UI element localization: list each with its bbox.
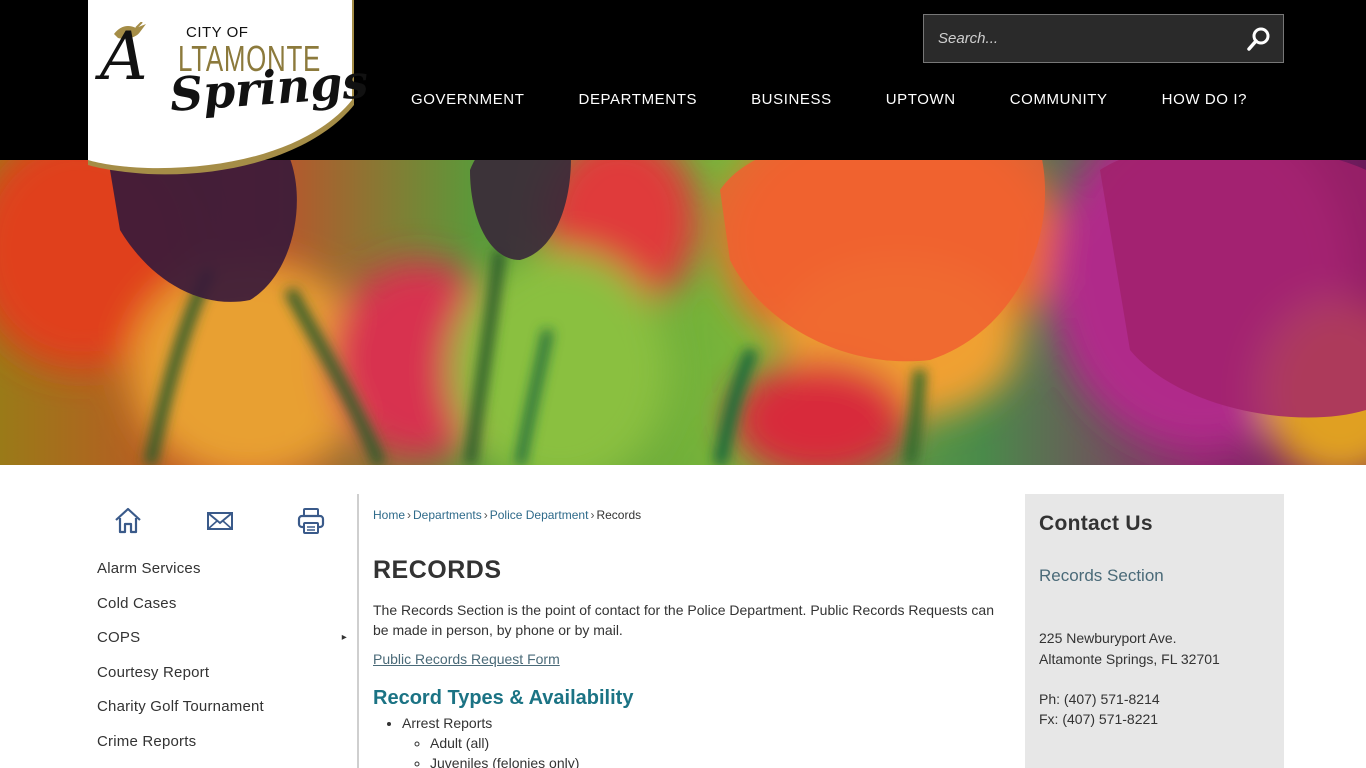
fax-number: Fx: (407) 571-8221 <box>1039 711 1159 727</box>
sidebar-navigation: Alarm Services Cold Cases COPS ▸ Courtes… <box>88 552 350 760</box>
email-icon <box>207 512 233 530</box>
breadcrumb-current: Records <box>596 508 642 522</box>
breadcrumb-departments[interactable]: Departments <box>413 508 482 522</box>
address-line: Altamonte Springs, FL 32701 <box>1039 651 1220 667</box>
sidebar-item-crime-reports[interactable]: Crime Reports <box>88 725 350 760</box>
phone-number: Ph: (407) 571-8214 <box>1039 691 1160 707</box>
breadcrumb-home[interactable]: Home <box>373 508 405 522</box>
list-subitem-label: Adult (all) <box>430 735 490 751</box>
search-icon <box>1247 27 1270 51</box>
address-line: 225 Newburyport Ave. <box>1039 630 1177 646</box>
nav-uptown[interactable]: UPTOWN <box>859 86 983 116</box>
page-tools <box>88 500 350 540</box>
breadcrumb: Home › Departments › Police Department › Recor… <box>373 508 641 522</box>
logo-initial: A <box>100 18 148 95</box>
sidebar-item-label: Courtesy Report <box>97 663 210 681</box>
home-icon <box>115 507 141 534</box>
breadcrumb-separator: › <box>483 508 488 522</box>
contact-address: 225 Newburyport Ave. Altamonte Springs, … <box>1039 628 1220 670</box>
record-types-list: Arrest Reports Adult (all) Juveniles (fe… <box>402 713 579 768</box>
contact-section-name: Records Section <box>1039 566 1164 585</box>
intro-paragraph: The Records Section is the point of cont… <box>373 602 994 638</box>
search-button[interactable] <box>1245 25 1273 53</box>
search-box <box>923 14 1284 63</box>
contact-title: Contact Us <box>1039 512 1153 535</box>
sidebar-item-cold-cases[interactable]: Cold Cases <box>88 587 350 622</box>
page-title: RECORDS <box>373 556 502 584</box>
list-item-label: Arrest Reports <box>402 715 493 731</box>
sidebar-divider <box>357 494 359 768</box>
print-button[interactable] <box>296 506 326 536</box>
sidebar-item-charity-golf[interactable]: Charity Golf Tournament <box>88 690 350 725</box>
sidebar-item-label: COPS <box>97 629 141 647</box>
breadcrumb-police-department[interactable]: Police Department <box>490 508 589 522</box>
sidebar-item-label: Charity Golf Tournament <box>97 698 264 716</box>
nav-business[interactable]: BUSINESS <box>724 86 859 116</box>
main-navigation: GOVERNMENT DEPARTMENTS BUSINESS UPTOWN C… <box>384 86 1274 116</box>
list-subitem-label: Juveniles (felonies only) <box>430 755 580 768</box>
print-icon <box>297 508 325 534</box>
sidebar-item-label: Alarm Services <box>97 560 201 577</box>
public-records-request-link[interactable]: Public Records Request Form <box>373 651 560 667</box>
contact-phone-block: Ph: (407) 571-8214 Fx: (407) 571-8221 <box>1039 689 1160 729</box>
home-button[interactable] <box>113 506 143 536</box>
contact-panel: Contact Us Records Section 225 Newburypo… <box>1025 494 1284 768</box>
section-heading: Record Types & Availability <box>373 687 634 709</box>
sidebar-item-label: Cold Cases <box>97 594 177 612</box>
list-item: Arrest Reports Adult (all) Juveniles (fe… <box>402 713 579 768</box>
sidebar-item-alarm-services[interactable]: Alarm Services <box>88 552 350 587</box>
sidebar-item-courtesy-report[interactable]: Courtesy Report <box>88 656 350 691</box>
nav-how-do-i[interactable]: HOW DO I? <box>1135 86 1274 116</box>
nav-government[interactable]: GOVERNMENT <box>384 86 552 116</box>
list-subitem: Juveniles (felonies only) <box>430 753 579 768</box>
chevron-right-icon[interactable]: ▸ <box>342 621 347 655</box>
sidebar-item-label: Crime Reports <box>97 732 197 750</box>
sidebar-item-cops[interactable]: COPS ▸ <box>88 621 350 656</box>
search-input[interactable] <box>924 15 1234 62</box>
nav-community[interactable]: COMMUNITY <box>983 86 1135 116</box>
nav-departments[interactable]: DEPARTMENTS <box>552 86 725 116</box>
breadcrumb-separator: › <box>407 508 412 522</box>
email-button[interactable] <box>205 506 235 536</box>
list-subitem: Adult (all) <box>430 733 579 753</box>
